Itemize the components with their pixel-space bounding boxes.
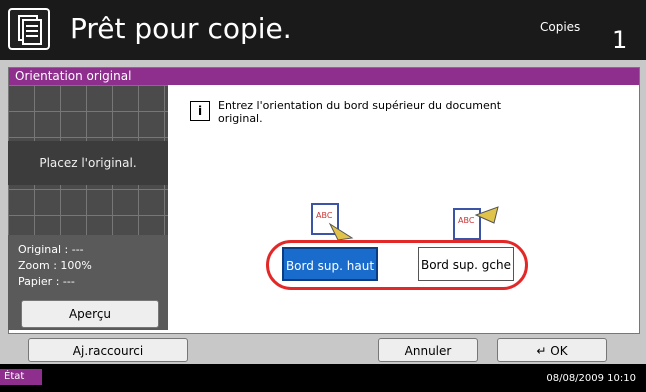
add-shortcut-button[interactable]: Aj.raccourci — [28, 338, 188, 362]
info-icon: i — [190, 101, 210, 121]
paper-info: Papier : --- — [18, 275, 75, 288]
page-title: Prêt pour copie. — [70, 12, 292, 45]
copies-label: Copies — [540, 20, 581, 34]
preview-placeholder: Placez l'original. — [8, 141, 168, 185]
info-message: i Entrez l'orientation du bord supérieur… — [190, 97, 600, 137]
top-edge-button[interactable]: Bord sup. haut — [282, 247, 378, 281]
svg-text:ABC: ABC — [458, 216, 475, 225]
datetime: 08/08/2009 10:10 — [546, 373, 636, 384]
copies-count: 1 — [612, 26, 628, 54]
svg-text:ABC: ABC — [316, 211, 333, 220]
ok-label: OK — [550, 344, 568, 358]
ok-button[interactable]: ↵ OK — [497, 338, 607, 362]
info-text: Entrez l'orientation du bord supérieur d… — [218, 99, 502, 125]
zoom-info: Zoom : 100% — [18, 259, 92, 272]
enter-icon: ↵ — [536, 344, 551, 358]
preview-button[interactable]: Aperçu — [21, 300, 159, 328]
preview-panel: Placez l'original. Original : --- Zoom :… — [8, 85, 168, 330]
panel-title: Orientation original — [9, 68, 639, 85]
cancel-button[interactable]: Annuler — [378, 338, 478, 362]
original-info: Original : --- — [18, 243, 84, 256]
top-edge-orientation-icon: ABC — [311, 203, 354, 241]
status-label[interactable]: État — [0, 369, 42, 385]
left-edge-button[interactable]: Bord sup. gche — [418, 247, 514, 281]
copy-icon — [8, 8, 50, 50]
